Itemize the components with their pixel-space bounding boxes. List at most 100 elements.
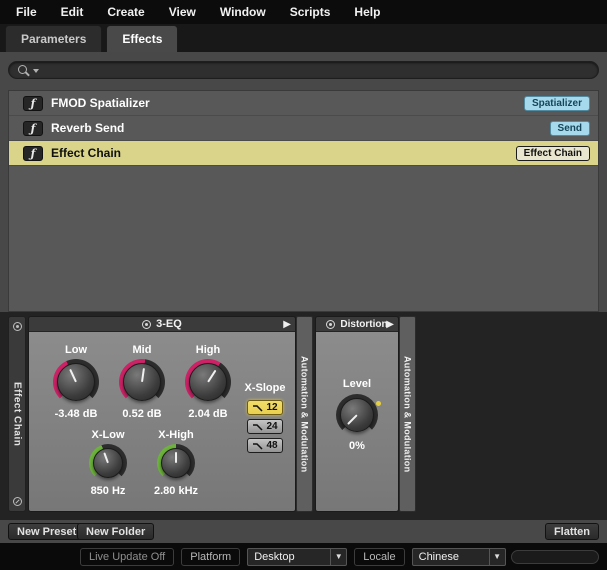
slope-value: 48: [266, 440, 277, 451]
effect-icon: ƒ: [23, 146, 43, 161]
rail-label: Effect Chain: [12, 382, 23, 446]
menu-file[interactable]: File: [16, 5, 37, 19]
knob-pointer: [207, 369, 217, 382]
locale-label: Locale: [354, 548, 404, 566]
new-preset-button[interactable]: New Preset: [8, 523, 85, 540]
strip-label: Automation & Modulation: [403, 356, 413, 472]
knob-face: [123, 363, 161, 401]
slope-value: 24: [266, 421, 277, 432]
effects-list: ƒ FMOD Spatializer Spatializer ƒ Reverb …: [8, 90, 599, 312]
platform-selected-value: Desktop: [248, 551, 330, 563]
knob-pointer: [103, 452, 109, 463]
list-item-reverb-send[interactable]: ƒ Reverb Send Send: [9, 116, 598, 141]
knob-label: X-Low: [92, 429, 125, 441]
search-options-caret-icon[interactable]: [33, 69, 39, 73]
list-item-fmod-spatializer[interactable]: ƒ FMOD Spatializer Spatializer: [9, 91, 598, 116]
knob-label: Mid: [133, 344, 152, 356]
eq-low-knob[interactable]: [53, 359, 99, 405]
effect-type-badge: Send: [550, 121, 590, 136]
module-3eq: 3-EQ ▶ Low -3.48 dB: [28, 316, 296, 512]
bypass-icon[interactable]: [13, 322, 22, 331]
chevron-down-icon: ▼: [489, 549, 505, 565]
knob-value: 2.04 dB: [188, 408, 227, 420]
bypass-icon[interactable]: [142, 320, 151, 329]
effect-type-badge: Spatializer: [524, 96, 590, 111]
menu-bar: File Edit Create View Window Scripts Hel…: [0, 0, 607, 24]
module-title: 3-EQ: [156, 318, 182, 330]
new-folder-button[interactable]: New Folder: [77, 523, 154, 540]
live-update-toggle[interactable]: Live Update Off: [80, 548, 174, 566]
knob-face: [57, 363, 95, 401]
eq-xlow-group: X-Low 850 Hz: [77, 429, 139, 497]
tab-effects[interactable]: Effects: [106, 25, 178, 52]
knob-label: Level: [343, 378, 371, 390]
knob-face: [340, 398, 374, 432]
search-bar[interactable]: [8, 61, 599, 79]
knob-face: [93, 448, 123, 478]
module-distortion-header[interactable]: Distortion ▶: [316, 317, 398, 332]
effect-name: FMOD Spatializer: [51, 96, 150, 110]
knob-pointer: [347, 414, 357, 424]
expand-icon[interactable]: ▶: [283, 317, 291, 332]
menu-help[interactable]: Help: [354, 5, 380, 19]
knob-value: -3.48 dB: [55, 408, 98, 420]
menu-view[interactable]: View: [169, 5, 196, 19]
expand-icon[interactable]: ▶: [386, 317, 394, 332]
tab-bar: Parameters Effects: [0, 24, 607, 52]
eq-mid-knob[interactable]: [119, 359, 165, 405]
automation-modulation-strip-3eq[interactable]: Automation & Modulation: [296, 316, 313, 512]
menu-edit[interactable]: Edit: [61, 5, 84, 19]
slope-icon: [252, 404, 264, 412]
knob-face: [161, 448, 191, 478]
module-3eq-header[interactable]: 3-EQ ▶: [29, 317, 295, 332]
knob-label: Low: [65, 344, 87, 356]
tab-parameters[interactable]: Parameters: [5, 25, 102, 52]
platform-select[interactable]: Desktop ▼: [247, 548, 347, 566]
effect-icon: ƒ: [23, 121, 43, 136]
locale-select[interactable]: Chinese ▼: [412, 548, 506, 566]
effect-type-badge: Effect Chain: [516, 146, 590, 161]
slope-icon: [252, 442, 264, 450]
automation-dot-icon: [376, 401, 381, 406]
knob-label: High: [196, 344, 220, 356]
knob-value: 850 Hz: [91, 485, 126, 497]
bypass-icon[interactable]: [326, 320, 335, 329]
slope-icon: [252, 423, 264, 431]
effect-chain-rail-tab[interactable]: Effect Chain: [8, 316, 26, 512]
search-input[interactable]: [45, 63, 590, 77]
eq-xlow-knob[interactable]: [89, 444, 127, 482]
chevron-down-icon: ▼: [330, 549, 346, 565]
menu-create[interactable]: Create: [107, 5, 144, 19]
effects-panel: ƒ FMOD Spatializer Spatializer ƒ Reverb …: [0, 52, 607, 543]
knob-label: X-High: [158, 429, 193, 441]
menu-scripts[interactable]: Scripts: [290, 5, 331, 19]
routing-icon[interactable]: [13, 497, 22, 506]
knob-value: 2.80 kHz: [154, 485, 198, 497]
eq-high-group: High 2.04 dB: [177, 344, 239, 420]
effect-name: Effect Chain: [51, 146, 121, 160]
flatten-button[interactable]: Flatten: [545, 523, 599, 540]
automation-modulation-strip-distortion[interactable]: Automation & Modulation: [399, 316, 416, 512]
eq-high-knob[interactable]: [185, 359, 231, 405]
eq-xhigh-knob[interactable]: [157, 444, 195, 482]
fmod-studio-window: File Edit Create View Window Scripts Hel…: [0, 0, 607, 570]
xslope-24-button[interactable]: 24: [247, 419, 283, 434]
slope-value: 12: [266, 402, 277, 413]
knob-pointer: [175, 452, 177, 463]
distortion-level-knob[interactable]: [336, 394, 378, 436]
status-search-field[interactable]: [511, 550, 599, 564]
knob-pointer: [69, 369, 77, 383]
status-bar: Live Update Off Platform Desktop ▼ Local…: [0, 543, 607, 570]
eq-low-group: Low -3.48 dB: [45, 344, 107, 420]
module-3eq-body: Low -3.48 dB Mid: [29, 332, 295, 512]
list-item-effect-chain[interactable]: ƒ Effect Chain Effect Chain: [9, 141, 598, 166]
knob-value: 0%: [349, 440, 365, 452]
module-distortion: Distortion ▶ Level 0%: [315, 316, 399, 512]
menu-window[interactable]: Window: [220, 5, 266, 19]
xslope-48-button[interactable]: 48: [247, 438, 283, 453]
xslope-label: X-Slope: [245, 382, 286, 394]
xslope-12-button[interactable]: 12: [247, 400, 283, 415]
effect-deck: Effect Chain 3-EQ ▶ Low: [0, 312, 607, 520]
effect-name: Reverb Send: [51, 121, 124, 135]
knob-face: [189, 363, 227, 401]
